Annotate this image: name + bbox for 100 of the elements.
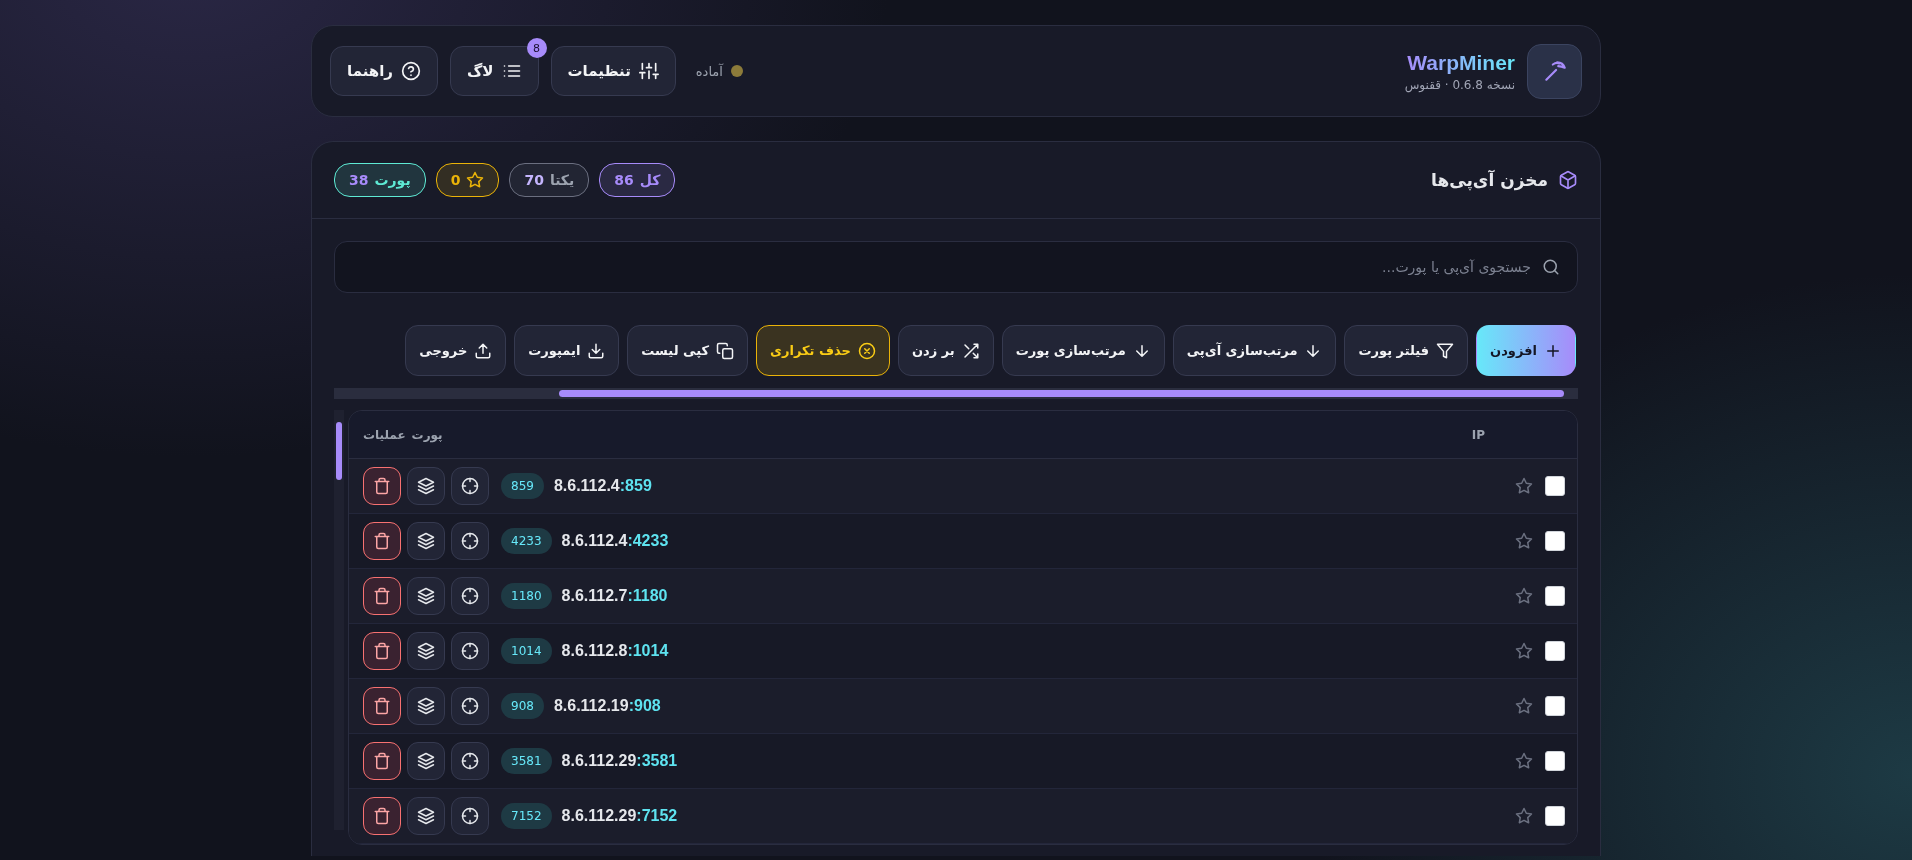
row-checkbox[interactable] (1545, 586, 1565, 606)
toolbar-button[interactable]: ایمپورت (514, 325, 620, 376)
ip-address: 8.6.112.4:859 (553, 477, 652, 495)
trash-icon (373, 477, 391, 495)
layers-button[interactable] (407, 797, 445, 835)
star-button[interactable] (1515, 587, 1533, 605)
help-button[interactable]: راهنما (330, 46, 438, 96)
toolbar-button[interactable]: مرتب‌سازی پورت (1001, 325, 1165, 376)
toolbar-button[interactable]: مرتب‌سازی آی‌پی (1172, 325, 1337, 376)
column-header: پورت (411, 427, 443, 442)
search-icon (1542, 258, 1560, 276)
ip-address: 8.6.112.4:4233 (561, 532, 669, 550)
trash-icon (373, 587, 391, 605)
port-badge: 859 (501, 473, 544, 499)
trash-icon (373, 752, 391, 770)
star-button[interactable] (1515, 477, 1533, 495)
layers-button[interactable] (407, 687, 445, 725)
port-badge: 908 (501, 693, 544, 719)
delete-button[interactable] (363, 632, 401, 670)
row-checkbox[interactable] (1545, 696, 1565, 716)
row-checkbox[interactable] (1545, 641, 1565, 661)
trash-icon (373, 807, 391, 825)
star-count: 0 (450, 172, 461, 188)
ip-address: 8.6.112.8:1014 (561, 642, 669, 660)
star-icon (466, 171, 485, 189)
row-checkbox[interactable] (1545, 806, 1565, 826)
delete-button[interactable] (363, 687, 401, 725)
column-header: عملیات (363, 427, 406, 442)
delete-button[interactable] (363, 797, 401, 835)
port-badge: 3581 (501, 748, 552, 774)
horizontal-scrollbar[interactable] (334, 388, 1578, 399)
filter-icon (1436, 341, 1455, 360)
vertical-scrollbar[interactable] (334, 410, 344, 830)
version-text: نسخه 0.6.8 · ققنوس (1404, 78, 1515, 93)
ip-address: 8.6.112.7:1180 (561, 587, 668, 605)
row-checkbox[interactable] (1545, 476, 1565, 496)
copy-icon (716, 341, 735, 360)
download-icon (587, 341, 606, 360)
toolbar-button[interactable]: فیلتر پورت (1344, 325, 1469, 376)
locate-button[interactable] (451, 687, 489, 725)
status-label: آماده (695, 63, 723, 79)
ip-address: 8.6.112.29:3581 (561, 752, 678, 770)
crosshair-icon (461, 532, 479, 550)
toolbar-button[interactable]: خروجی (405, 325, 507, 376)
port-badge: 4233 (501, 528, 552, 554)
settings-button[interactable]: تنظیمات (550, 46, 676, 96)
ip-address: 8.6.112.29:7152 (561, 807, 678, 825)
upload-icon (474, 341, 493, 360)
ip-address: 8.6.112.19:908 (553, 697, 661, 715)
layers-icon (417, 477, 435, 495)
help-icon (401, 61, 421, 81)
column-header: IP (1471, 427, 1485, 442)
star-button[interactable] (1515, 752, 1533, 770)
trash-icon (373, 532, 391, 550)
crosshair-icon (461, 477, 479, 495)
layers-icon (417, 587, 435, 605)
toolbar-button[interactable]: بر زدن (898, 325, 994, 376)
toolbar-button[interactable]: حذف تکراری (756, 325, 890, 376)
layers-icon (417, 697, 435, 715)
cube-icon (1558, 170, 1578, 190)
port-badge: 1180 (501, 583, 552, 609)
port-badge: 1014 (501, 638, 552, 664)
delete-button[interactable] (363, 742, 401, 780)
trash-icon (373, 642, 391, 660)
delete-button[interactable] (363, 467, 401, 505)
locate-button[interactable] (451, 742, 489, 780)
crosshair-icon (461, 642, 479, 660)
port-badge: 7152 (501, 803, 552, 829)
search-field[interactable]: جستجوی آی‌پی یا پورت... (334, 241, 1578, 293)
crosshair-icon (461, 807, 479, 825)
layers-icon (417, 642, 435, 660)
locate-button[interactable] (451, 797, 489, 835)
layers-button[interactable] (407, 577, 445, 615)
layers-button[interactable] (407, 632, 445, 670)
layers-icon (417, 807, 435, 825)
layers-button[interactable] (407, 522, 445, 560)
locate-button[interactable] (451, 522, 489, 560)
shuffle-icon (961, 341, 980, 360)
row-checkbox[interactable] (1545, 531, 1565, 551)
locate-button[interactable] (451, 467, 489, 505)
crosshair-icon (461, 697, 479, 715)
star-button[interactable] (1515, 532, 1533, 550)
delete-button[interactable] (363, 577, 401, 615)
x-circle-icon (858, 341, 876, 360)
locate-button[interactable] (451, 577, 489, 615)
crosshair-icon (461, 587, 479, 605)
toolbar-button[interactable]: افزودن (1476, 325, 1576, 376)
layers-icon (417, 752, 435, 770)
count-badge: 8 (526, 38, 547, 58)
star-button[interactable] (1515, 697, 1533, 715)
row-checkbox[interactable] (1545, 751, 1565, 771)
crosshair-icon (461, 752, 479, 770)
star-button[interactable] (1515, 642, 1533, 660)
layers-button[interactable] (407, 742, 445, 780)
delete-button[interactable] (363, 522, 401, 560)
toolbar-button[interactable]: کپی لیست (627, 325, 749, 376)
layers-button[interactable] (407, 467, 445, 505)
star-button[interactable] (1515, 807, 1533, 825)
sliders-icon (638, 61, 659, 81)
locate-button[interactable] (451, 632, 489, 670)
